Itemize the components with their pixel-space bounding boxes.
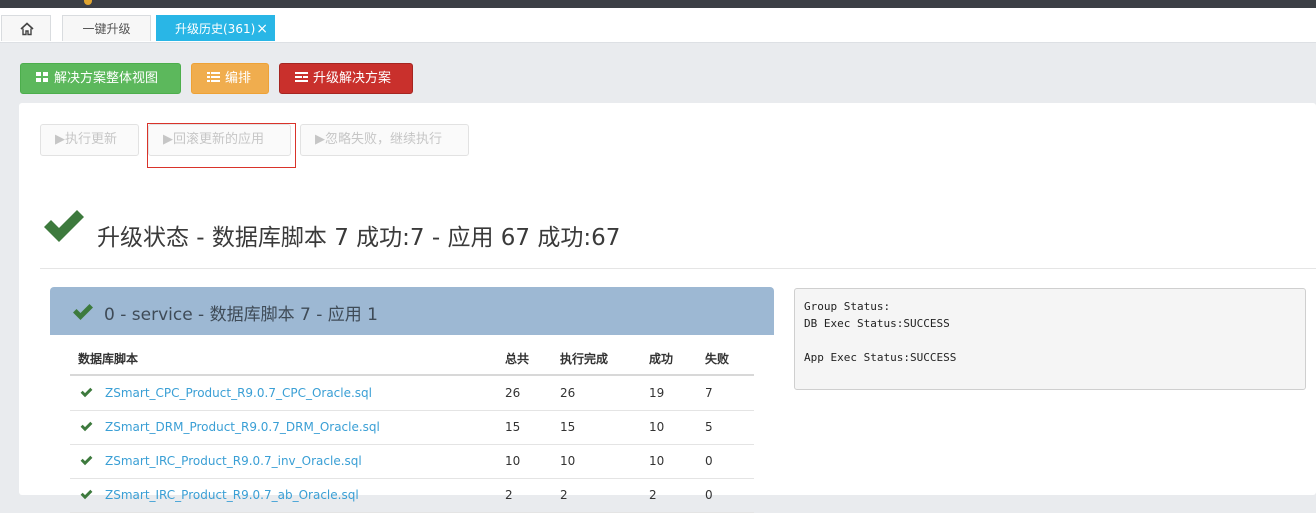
- fail-cell: 0: [705, 454, 713, 468]
- tab-one-click-upgrade[interactable]: 一键升级: [62, 15, 151, 41]
- fail-cell: 5: [705, 420, 713, 434]
- upgrade-solution-button[interactable]: 升级解决方案: [279, 63, 413, 94]
- script-link[interactable]: ZSmart_CPC_Product_R9.0.7_CPC_Oracle.sql: [105, 386, 372, 400]
- button-label: 升级解决方案: [313, 71, 392, 86]
- check-icon: [80, 421, 93, 432]
- done-cell: 2: [560, 488, 568, 502]
- home-icon: [20, 22, 34, 36]
- done-cell: 15: [560, 420, 576, 434]
- table-row: ZSmart_CPC_Product_R9.0.7_CPC_Oracle.sql…: [70, 376, 754, 411]
- success-cell: 10: [649, 454, 665, 468]
- success-cell: 2: [649, 488, 657, 502]
- logo-mark: [84, 0, 92, 5]
- total-cell: 10: [505, 454, 521, 468]
- group-status-box: Group Status: DB Exec Status:SUCCESS App …: [794, 288, 1306, 390]
- fail-cell: 7: [705, 386, 713, 400]
- done-cell: 10: [560, 454, 576, 468]
- button-label: 编排: [225, 71, 252, 86]
- solution-overview-button[interactable]: 解决方案整体视图: [20, 63, 181, 94]
- execute-update-button[interactable]: ▶执行更新: [40, 124, 139, 156]
- check-icon: [73, 304, 93, 320]
- col-header-done: 执行完成: [560, 352, 609, 366]
- ignore-failure-continue-button[interactable]: ▶忽略失败，继续执行: [300, 124, 469, 156]
- col-header-script: 数据库脚本: [78, 352, 139, 366]
- total-cell: 2: [505, 488, 513, 502]
- done-cell: 26: [560, 386, 576, 400]
- arrange-button[interactable]: 编排: [191, 63, 269, 94]
- group-status-line: Group Status:: [804, 300, 891, 313]
- close-icon[interactable]: ×: [256, 16, 268, 42]
- script-link[interactable]: ZSmart_DRM_Product_R9.0.7_DRM_Oracle.sql: [105, 420, 380, 434]
- total-cell: 15: [505, 420, 521, 434]
- script-link[interactable]: ZSmart_IRC_Product_R9.0.7_inv_Oracle.sql: [105, 454, 362, 468]
- grid-icon: [36, 72, 49, 83]
- table-row: ZSmart_DRM_Product_R9.0.7_DRM_Oracle.sql…: [70, 410, 754, 445]
- success-cell: 10: [649, 420, 665, 434]
- script-link[interactable]: ZSmart_IRC_Product_R9.0.7_ab_Oracle.sql: [105, 488, 359, 502]
- tab-label: 升级历史(361): [175, 22, 256, 36]
- table-row: ZSmart_IRC_Product_R9.0.7_ab_Oracle.sql …: [70, 478, 754, 513]
- group-header[interactable]: 0 - service - 数据库脚本 7 - 应用 1: [50, 287, 774, 335]
- button-label: 解决方案整体视图: [54, 71, 159, 86]
- divider: [40, 268, 1316, 269]
- list-icon: [207, 72, 220, 83]
- app-exec-status: App Exec Status:SUCCESS: [804, 351, 957, 364]
- tab-bar: 一键升级 升级历史(361) ×: [0, 8, 1316, 43]
- fail-cell: 0: [705, 488, 713, 502]
- success-check-icon: [44, 210, 84, 242]
- col-header-total: 总共: [505, 352, 530, 366]
- success-cell: 19: [649, 386, 665, 400]
- group-title: 0 - service - 数据库脚本 7 - 应用 1: [104, 305, 378, 325]
- db-exec-status: DB Exec Status:SUCCESS: [804, 317, 950, 330]
- upgrade-status-title: 升级状态 - 数据库脚本 7 成功:7 - 应用 67 成功:67: [97, 225, 621, 251]
- table-row: ZSmart_IRC_Product_R9.0.7_inv_Oracle.sql…: [70, 444, 754, 479]
- tab-home[interactable]: [1, 15, 51, 41]
- tab-upgrade-history[interactable]: 升级历史(361) ×: [156, 15, 275, 41]
- check-icon: [80, 387, 93, 398]
- col-header-fail: 失败: [705, 352, 730, 366]
- check-icon: [80, 455, 93, 466]
- col-header-success: 成功: [649, 352, 674, 366]
- highlight-box: [147, 123, 296, 168]
- tasks-icon: [295, 72, 308, 83]
- tab-label: 一键升级: [82, 22, 131, 36]
- top-header-bar: [0, 0, 1316, 8]
- total-cell: 26: [505, 386, 521, 400]
